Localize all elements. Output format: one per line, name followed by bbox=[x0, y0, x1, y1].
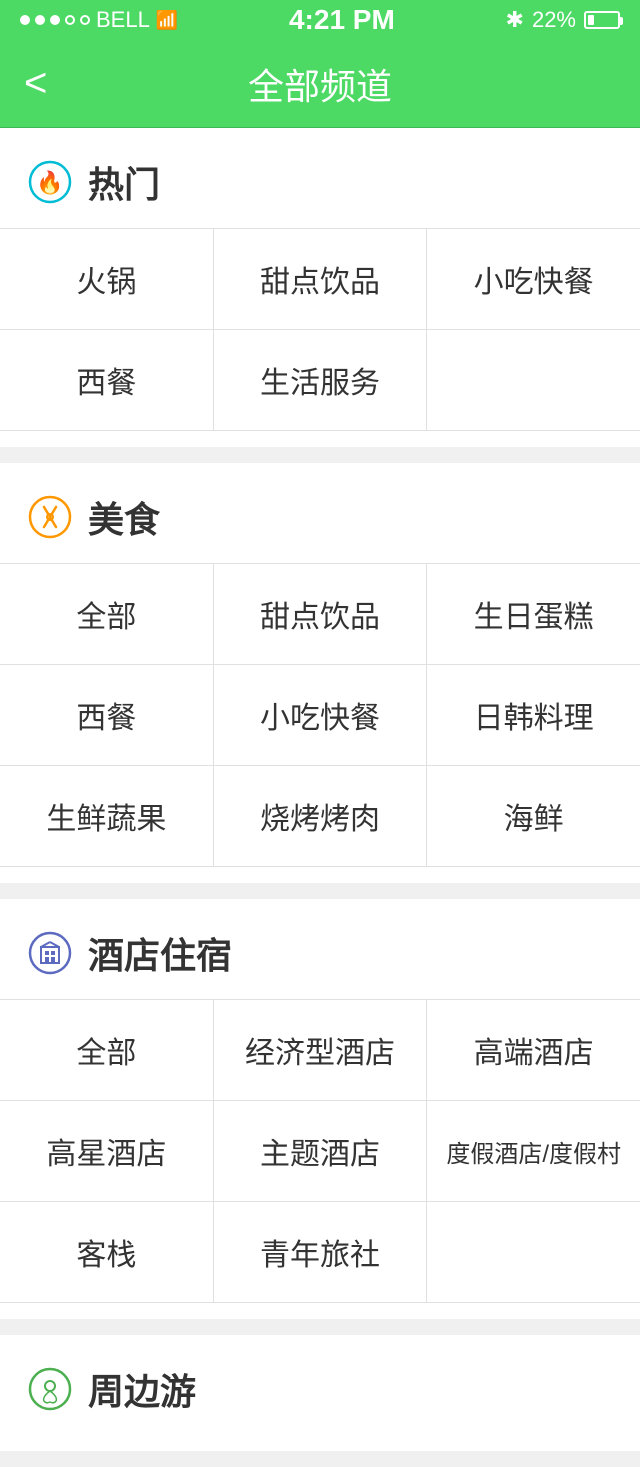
food-grid: 全部 甜点饮品 生日蛋糕 西餐 小吃快餐 日韩料理 生鲜蔬果 烧烤烤肉 海鲜 bbox=[0, 563, 640, 867]
list-item[interactable]: 经济型酒店 bbox=[214, 1000, 427, 1100]
section-around: 周边游 bbox=[0, 1335, 640, 1451]
bluetooth-icon: ✱ bbox=[506, 7, 524, 33]
list-item[interactable]: 西餐 bbox=[0, 665, 213, 765]
list-item[interactable]: 生日蛋糕 bbox=[427, 564, 640, 664]
carrier-label: BELL bbox=[96, 7, 150, 33]
section-hotel-header: 酒店住宿 bbox=[0, 899, 640, 999]
status-right: ✱ 22% bbox=[506, 7, 620, 33]
list-item[interactable]: 全部 bbox=[0, 1000, 213, 1100]
list-item[interactable]: 火锅 bbox=[0, 229, 213, 329]
back-button[interactable]: < bbox=[24, 61, 47, 106]
section-hotel-title: 酒店住宿 bbox=[88, 927, 232, 979]
section-food-header: 美食 bbox=[0, 463, 640, 563]
list-item[interactable]: 海鲜 bbox=[427, 766, 640, 866]
list-item[interactable]: 客栈 bbox=[0, 1202, 213, 1302]
food-icon bbox=[28, 495, 72, 539]
section-around-header: 周边游 bbox=[0, 1335, 640, 1435]
section-hot: 🔥 热门 火锅 甜点饮品 小吃快餐 西餐 生活服务 bbox=[0, 128, 640, 447]
around-icon bbox=[28, 1367, 72, 1411]
section-food: 美食 全部 甜点饮品 生日蛋糕 西餐 小吃快餐 日韩料理 生鲜蔬果 烧烤烤肉 海… bbox=[0, 463, 640, 883]
list-item[interactable]: 度假酒店/度假村 bbox=[427, 1101, 640, 1201]
page-title: 全部频道 bbox=[248, 58, 392, 110]
battery-percent: 22% bbox=[532, 7, 576, 33]
hot-icon: 🔥 bbox=[28, 160, 72, 204]
section-hot-title: 热门 bbox=[88, 156, 160, 208]
list-item-empty bbox=[427, 330, 640, 430]
time-label: 4:21 PM bbox=[289, 4, 395, 36]
list-item[interactable]: 生活服务 bbox=[214, 330, 427, 430]
section-food-title: 美食 bbox=[88, 491, 160, 543]
status-bar: BELL 📶 4:21 PM ✱ 22% bbox=[0, 0, 640, 40]
hotel-icon bbox=[28, 931, 72, 975]
list-item-empty bbox=[427, 1202, 640, 1302]
list-item[interactable]: 小吃快餐 bbox=[214, 665, 427, 765]
list-item[interactable]: 高端酒店 bbox=[427, 1000, 640, 1100]
svg-text:🔥: 🔥 bbox=[36, 170, 63, 195]
list-item[interactable]: 全部 bbox=[0, 564, 213, 664]
list-item[interactable]: 小吃快餐 bbox=[427, 229, 640, 329]
status-left: BELL 📶 bbox=[20, 7, 178, 33]
list-item[interactable]: 生鲜蔬果 bbox=[0, 766, 213, 866]
list-item[interactable]: 日韩料理 bbox=[427, 665, 640, 765]
list-item[interactable]: 西餐 bbox=[0, 330, 213, 430]
list-item[interactable]: 烧烤烤肉 bbox=[214, 766, 427, 866]
section-hot-header: 🔥 热门 bbox=[0, 128, 640, 228]
section-hotel: 酒店住宿 全部 经济型酒店 高端酒店 高星酒店 主题酒店 度假酒店/度假村 客栈… bbox=[0, 899, 640, 1319]
nav-bar: < 全部频道 bbox=[0, 40, 640, 128]
list-item[interactable]: 青年旅社 bbox=[214, 1202, 427, 1302]
battery-icon bbox=[584, 11, 620, 29]
content-area: 🔥 热门 火锅 甜点饮品 小吃快餐 西餐 生活服务 bbox=[0, 128, 640, 1451]
section-around-title: 周边游 bbox=[88, 1363, 196, 1415]
list-item[interactable]: 甜点饮品 bbox=[214, 564, 427, 664]
list-item[interactable]: 主题酒店 bbox=[214, 1101, 427, 1201]
wifi-icon: 📶 bbox=[156, 10, 178, 31]
hotel-grid: 全部 经济型酒店 高端酒店 高星酒店 主题酒店 度假酒店/度假村 客栈 青年旅社 bbox=[0, 999, 640, 1303]
hot-grid: 火锅 甜点饮品 小吃快餐 西餐 生活服务 bbox=[0, 228, 640, 431]
signal-dots bbox=[20, 15, 90, 25]
list-item[interactable]: 甜点饮品 bbox=[214, 229, 427, 329]
list-item[interactable]: 高星酒店 bbox=[0, 1101, 213, 1201]
